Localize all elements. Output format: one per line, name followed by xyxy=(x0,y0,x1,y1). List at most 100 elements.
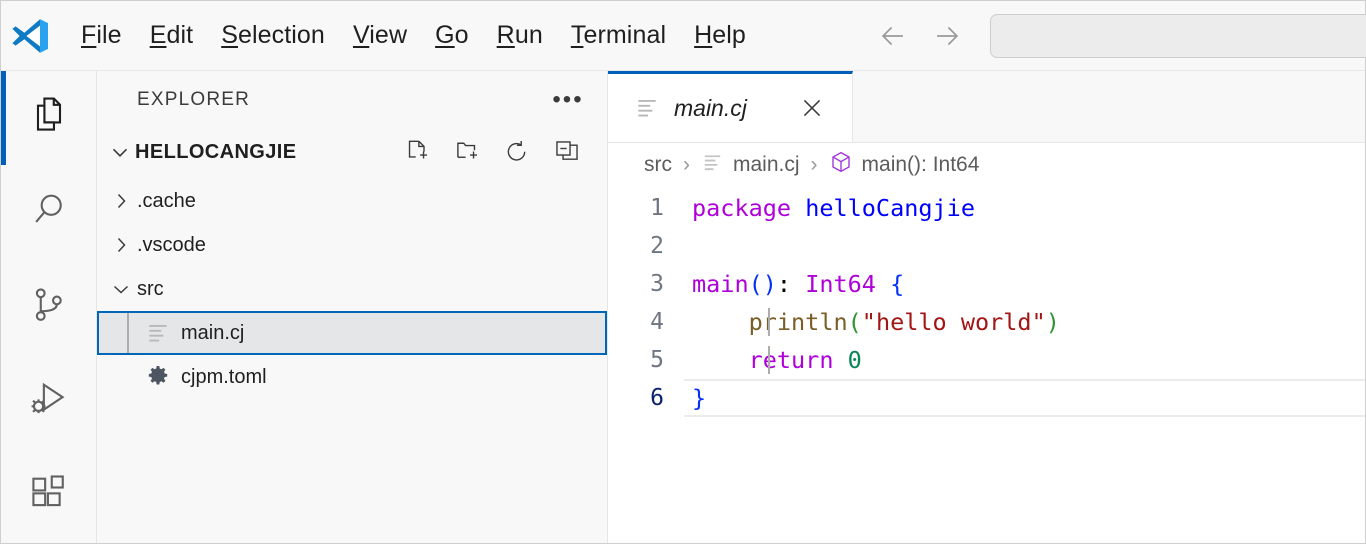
menu-item-run[interactable]: Run xyxy=(483,17,557,54)
token: package xyxy=(692,194,805,222)
code-line-1: 1 package helloCangjie xyxy=(608,189,1365,227)
line-content: return 0 xyxy=(684,346,862,374)
command-center-input[interactable] xyxy=(990,14,1366,58)
breadcrumb-separator: › xyxy=(800,153,829,177)
navigation-arrows xyxy=(873,16,967,56)
chevron-down-icon[interactable] xyxy=(105,139,135,165)
activitybar-item-run-debug[interactable] xyxy=(1,354,96,448)
token: { xyxy=(890,270,904,298)
line-number: 6 xyxy=(608,385,684,411)
line-number: 3 xyxy=(608,271,684,297)
editor-group: main.cj src › xyxy=(608,71,1365,543)
vscode-window: File Edit Selection View Go Run Terminal… xyxy=(0,0,1366,544)
code-line-5: 5 return 0 xyxy=(608,341,1365,379)
menu-item-selection[interactable]: Selection xyxy=(207,17,339,54)
tree-item-label: cjpm.toml xyxy=(181,366,267,389)
token: println xyxy=(749,308,848,336)
line-content: println("hello world") xyxy=(684,308,1060,336)
indent-guide xyxy=(768,308,770,336)
collapse-all-icon[interactable] xyxy=(553,138,581,166)
chevron-right-icon[interactable] xyxy=(105,233,137,257)
line-number: 1 xyxy=(608,195,684,221)
editor-tab-main-cj[interactable]: main.cj xyxy=(608,71,853,142)
go-back-icon[interactable] xyxy=(873,16,913,56)
token xyxy=(876,270,890,298)
indent-guide xyxy=(127,313,129,353)
token: ( xyxy=(848,308,862,336)
token: return xyxy=(749,346,834,374)
token: } xyxy=(692,384,706,412)
branch-icon xyxy=(27,283,71,332)
workbench-body: EXPLORER ••• HELLOCANGJIE xyxy=(1,71,1365,543)
tree-row-cache[interactable]: .cache xyxy=(97,179,607,223)
menu-item-view[interactable]: View xyxy=(339,17,421,54)
folder-root-name: HELLOCANGJIE xyxy=(135,141,403,164)
tree-row-src[interactable]: src xyxy=(97,267,607,311)
code-line-2: 2 xyxy=(608,227,1365,265)
token: main xyxy=(692,270,749,298)
chevron-right-icon[interactable] xyxy=(105,189,137,213)
editor-tab-bar: main.cj xyxy=(608,71,1365,143)
tree-item-label: src xyxy=(137,278,164,301)
editor-tab-label: main.cj xyxy=(674,95,794,122)
tree-row-vscode[interactable]: .vscode xyxy=(97,223,607,267)
line-content: main(): Int64 { xyxy=(684,270,904,298)
breadcrumb-item-main-cj[interactable]: main.cj xyxy=(701,151,800,180)
token xyxy=(692,346,749,374)
sidebar-explorer: EXPLORER ••• HELLOCANGJIE xyxy=(97,71,608,543)
tree-row-cjpm-toml[interactable]: cjpm.toml xyxy=(97,355,607,399)
token: ) xyxy=(1046,308,1060,336)
breadcrumb-separator: › xyxy=(672,153,701,177)
activity-bar xyxy=(1,71,97,543)
extensions-icon xyxy=(27,471,71,520)
sidebar-header: EXPLORER ••• xyxy=(97,71,607,129)
menu-item-help[interactable]: Help xyxy=(680,17,760,54)
breadcrumb-label: src xyxy=(644,153,672,177)
line-number: 4 xyxy=(608,309,684,335)
activitybar-item-search[interactable] xyxy=(1,165,96,259)
tree-row-main-cj[interactable]: main.cj xyxy=(97,311,607,355)
breadcrumb-item-symbol[interactable]: main(): Int64 xyxy=(829,150,980,180)
token: () xyxy=(749,270,777,298)
go-forward-icon[interactable] xyxy=(927,16,967,56)
tree-item-label: main.cj xyxy=(181,322,244,345)
method-cube-icon xyxy=(829,150,853,180)
code-line-6: 6 } xyxy=(608,379,1365,417)
chevron-down-icon[interactable] xyxy=(105,277,137,301)
token: "hello world" xyxy=(862,308,1046,336)
token: : xyxy=(777,270,805,298)
line-content: package helloCangjie xyxy=(684,194,975,222)
token xyxy=(692,308,749,336)
folder-root-row[interactable]: HELLOCANGJIE xyxy=(97,129,607,175)
breadcrumb-label: main(): Int64 xyxy=(862,153,980,177)
menu-item-go[interactable]: Go xyxy=(421,17,483,54)
breadcrumb-item-src[interactable]: src xyxy=(644,153,672,177)
cangjie-file-icon xyxy=(143,320,173,346)
line-content: } xyxy=(684,384,706,412)
activitybar-item-source-control[interactable] xyxy=(1,260,96,354)
code-editor[interactable]: 1 package helloCangjie 2 3 main(): Int64… xyxy=(608,187,1365,543)
indent-guide xyxy=(768,346,770,374)
files-icon xyxy=(27,94,71,143)
tab-bar-empty-space xyxy=(853,71,1365,142)
token: Int64 xyxy=(805,270,876,298)
explorer-toolbar xyxy=(403,138,587,166)
line-number: 2 xyxy=(608,233,684,259)
tree-item-label: .vscode xyxy=(137,234,206,257)
debug-play-icon xyxy=(27,377,71,426)
menu-item-terminal[interactable]: Terminal xyxy=(557,17,680,54)
activitybar-item-extensions[interactable] xyxy=(1,449,96,543)
menu-item-file[interactable]: File xyxy=(67,17,136,54)
menu-item-edit[interactable]: Edit xyxy=(136,17,208,54)
activitybar-item-explorer[interactable] xyxy=(1,71,96,165)
menu-bar: File Edit Selection View Go Run Terminal… xyxy=(67,17,760,54)
refresh-icon[interactable] xyxy=(503,138,531,166)
line-number: 5 xyxy=(608,347,684,373)
close-icon[interactable] xyxy=(794,90,830,126)
new-file-icon[interactable] xyxy=(403,138,431,166)
vscode-logo-icon xyxy=(7,13,53,59)
explorer-more-actions-icon[interactable]: ••• xyxy=(551,83,585,117)
new-folder-icon[interactable] xyxy=(453,138,481,166)
cangjie-file-icon xyxy=(701,151,724,180)
token: 0 xyxy=(848,346,862,374)
